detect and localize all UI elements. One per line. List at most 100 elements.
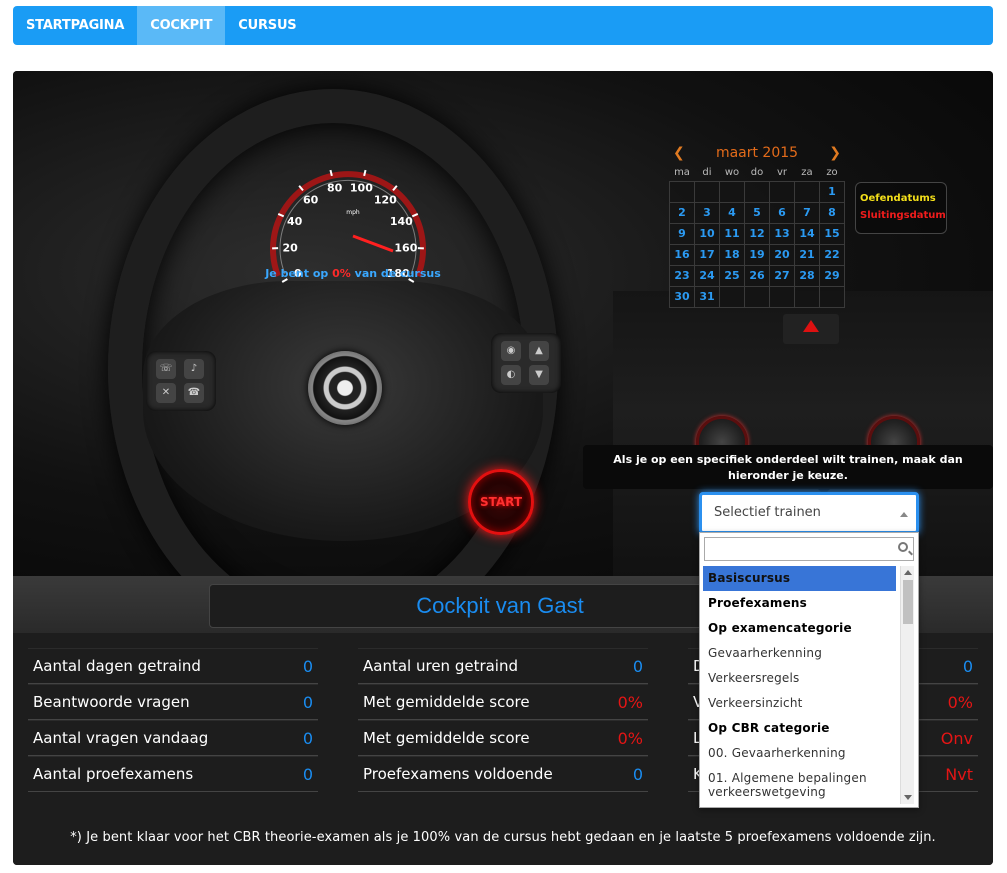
calendar-grid: ma di wo do vr za zo 1 2 3 4 5 6 7 8 9 10 11 12 13 14 15 16 17… — [669, 165, 845, 308]
calendar-weekday: za — [801, 167, 813, 179]
stat-row: Met gemiddelde score 0% — [358, 720, 648, 756]
calendar-day[interactable]: 20 — [769, 243, 795, 266]
gauge-tick — [329, 169, 333, 177]
calendar-day[interactable]: 18 — [719, 243, 745, 266]
chevron-right-icon[interactable]: ❯ — [829, 141, 841, 165]
course-progress: Je bent op 0% van de cursus — [265, 267, 441, 280]
calendar-empty-cell — [769, 285, 795, 308]
cruise-icon: ◐ — [501, 365, 521, 385]
dropdown-option[interactable]: Proefexamens — [703, 591, 896, 616]
selective-training-select[interactable]: Selectief trainen — [699, 492, 919, 534]
calendar-empty-cell — [744, 180, 770, 203]
calendar-day[interactable]: 31 — [694, 285, 720, 308]
calendar-day[interactable]: 22 — [819, 243, 845, 266]
stat-value: 0% — [617, 692, 643, 712]
stat-value: 0 — [302, 728, 313, 748]
dropdown-option[interactable]: Gevaarherkenning — [703, 641, 896, 666]
calendar-empty-cell — [819, 285, 845, 308]
call-icon: ☎ — [184, 383, 204, 403]
dropdown-option[interactable]: Verkeersregels — [703, 666, 896, 691]
stats-column-1: Aantal dagen getraind 0 Beantwoorde vragen… — [28, 648, 318, 792]
calendar-weekday: vr — [776, 167, 788, 179]
stat-value: 0% — [617, 728, 643, 748]
phone-icon: ☏ — [156, 359, 176, 379]
stat-value: 0 — [302, 764, 313, 784]
stat-row: Aantal uren getraind 0 — [358, 648, 648, 684]
calendar-weekday: wo — [724, 167, 740, 179]
stat-row: Aantal proefexamens 0 — [28, 756, 318, 792]
calendar-day[interactable]: 5 — [744, 201, 770, 224]
calendar-day[interactable]: 16 — [669, 243, 695, 266]
stat-row: Aantal vragen vandaag 0 — [28, 720, 318, 756]
calendar-day[interactable]: 13 — [769, 222, 795, 245]
calendar-day[interactable]: 11 — [719, 222, 745, 245]
calendar-day[interactable]: 12 — [744, 222, 770, 245]
calendar-empty-cell — [694, 180, 720, 203]
stat-value: 0% — [947, 692, 973, 712]
calendar-day[interactable]: 24 — [694, 264, 720, 287]
stat-label: Beantwoorde vragen — [33, 693, 190, 711]
calendar-day[interactable]: 23 — [669, 264, 695, 287]
dropdown-option[interactable]: 00. Gevaarherkenning — [703, 741, 896, 766]
calendar-legend: Oefendatums Sluitingsdatum — [855, 182, 947, 234]
calendar-day[interactable]: 14 — [794, 222, 820, 245]
gauge-tick-label: 100 — [350, 182, 373, 195]
calendar-day[interactable]: 6 — [769, 201, 795, 224]
cockpit-panel: ☏ ♪ ✕ ☎ ◉ ▲ ◐ ▼ 0 20 40 60 80 100 120 140 160 180… — [13, 71, 993, 865]
nav-cursus[interactable]: CURSUS — [225, 6, 309, 45]
calendar-day[interactable]: 17 — [694, 243, 720, 266]
calendar-day[interactable]: 10 — [694, 222, 720, 245]
calendar-day[interactable]: 28 — [794, 264, 820, 287]
start-button[interactable]: START — [468, 469, 534, 535]
speedometer-dial: 020406080 100120140160180 mph — [270, 169, 426, 283]
dropdown-option[interactable]: 01. Algemene bepalingen verkeerswetgevin… — [703, 766, 896, 799]
dropdown-option[interactable]: Op CBR categorie — [703, 716, 896, 741]
chevron-left-icon[interactable]: ❮ — [673, 141, 685, 165]
calendar-day[interactable]: 9 — [669, 222, 695, 245]
calendar-day[interactable]: 30 — [669, 285, 695, 308]
calendar-day[interactable]: 29 — [819, 264, 845, 287]
calendar-day[interactable]: 25 — [719, 264, 745, 287]
legend-practice-dates: Oefendatums — [860, 193, 936, 204]
calendar-weekday: di — [702, 167, 712, 179]
calendar-day[interactable]: 8 — [819, 201, 845, 224]
select-dropdown: Basiscursus Proefexamens Op examencategori… — [699, 532, 919, 808]
legend-closing-date: Sluitingsdatum — [860, 210, 946, 221]
calendar-weekday: do — [750, 167, 764, 179]
dropdown-option[interactable]: Op examencategorie — [703, 616, 896, 641]
calendar-empty-cell — [794, 285, 820, 308]
scroll-thumb[interactable] — [903, 580, 913, 624]
dropdown-search-input[interactable] — [704, 537, 914, 561]
calendar-day[interactable]: 21 — [794, 243, 820, 266]
calendar-day[interactable]: 2 — [669, 201, 695, 224]
calendar-empty-cell — [719, 180, 745, 203]
calendar-day[interactable]: 1 — [819, 180, 845, 203]
calendar-day[interactable]: 3 — [694, 201, 720, 224]
calendar-empty-cell — [794, 180, 820, 203]
calendar-day[interactable]: 4 — [719, 201, 745, 224]
dropdown-scrollbar[interactable] — [900, 566, 914, 804]
scroll-down-icon[interactable] — [904, 795, 912, 800]
selector-tooltip: Als je op een specifiek onderdeel wilt t… — [583, 445, 993, 495]
wheel-buttons-right: ◉ ▲ ◐ ▼ — [491, 333, 561, 393]
menu-icon: ◉ — [501, 341, 521, 361]
calendar-month: maart 2015 — [715, 145, 799, 161]
calendar-empty-cell — [744, 285, 770, 308]
calendar-day[interactable]: 15 — [819, 222, 845, 245]
gauge-tick-label: 80 — [327, 182, 343, 195]
select-placeholder: Selectief trainen — [714, 505, 821, 520]
dropdown-option[interactable]: Basiscursus — [703, 566, 896, 591]
stat-row: Beantwoorde vragen 0 — [28, 684, 318, 720]
scroll-up-icon[interactable] — [904, 570, 912, 575]
calendar-day[interactable]: 7 — [794, 201, 820, 224]
calendar-day[interactable]: 27 — [769, 264, 795, 287]
nav-cockpit[interactable]: COCKPIT — [137, 6, 226, 45]
nav-startpagina[interactable]: STARTPAGINA — [13, 6, 137, 45]
calendar-weekday: zo — [826, 167, 838, 179]
stat-value: 0 — [962, 656, 973, 676]
dropdown-option[interactable]: Verkeersinzicht — [703, 691, 896, 716]
stats-column-2: Aantal uren getraind 0 Met gemiddelde scor… — [358, 648, 648, 792]
calendar-day[interactable]: 26 — [744, 264, 770, 287]
stat-label: Met gemiddelde score — [363, 729, 530, 747]
calendar-day[interactable]: 19 — [744, 243, 770, 266]
